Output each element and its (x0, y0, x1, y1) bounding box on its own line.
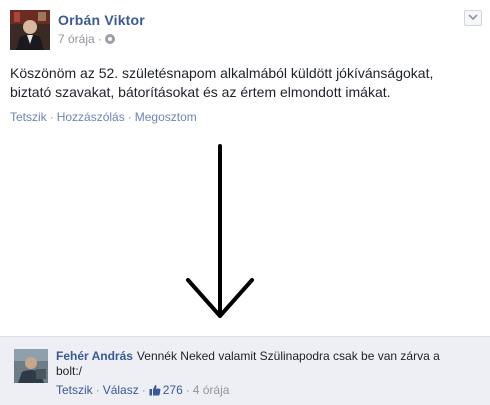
thumbs-up-icon (149, 385, 161, 396)
avatar-photo (14, 349, 48, 383)
like-count: 276 (162, 383, 183, 397)
commenter-avatar[interactable] (14, 349, 48, 383)
meta-separator: · (97, 32, 102, 46)
comment-item: Fehér András Vennék Neked valamit Szülina… (0, 336, 490, 405)
like-count-button[interactable]: 276 (149, 383, 183, 397)
chevron-down-icon (468, 14, 478, 21)
post-options-button[interactable] (464, 10, 482, 26)
author-avatar[interactable] (10, 10, 50, 50)
action-separator: · (185, 383, 190, 397)
like-link[interactable]: Tetszik (10, 110, 47, 124)
screenshot: Orbán Viktor 7 órája · Köszönöm az 52. sz… (0, 0, 490, 405)
action-separator: · (141, 383, 146, 397)
post-text-line: biztató szavakat, bátorításokat és az ér… (10, 84, 391, 100)
post-text-line: Köszönöm az 52. születésnapom alkalmából… (10, 65, 434, 81)
facebook-post: Orbán Viktor 7 órája · Köszönöm az 52. sz… (0, 0, 490, 132)
post-author-name[interactable]: Orbán Viktor (58, 12, 145, 28)
post-text: Köszönöm az 52. születésnapom alkalmából… (10, 64, 480, 102)
comment-like-link[interactable]: Tetszik (56, 383, 93, 397)
action-separator: · (127, 110, 132, 124)
globe-icon[interactable] (104, 34, 115, 44)
post-time[interactable]: 7 órája (58, 32, 95, 46)
comment-time[interactable]: 4 órája (193, 383, 230, 397)
post-actions: Tetszik · Hozzászólás · Megosztom (10, 110, 197, 124)
reply-link[interactable]: Válasz (103, 383, 139, 397)
action-separator: · (95, 383, 100, 397)
avatar-photo (10, 10, 50, 50)
comment-link[interactable]: Hozzászólás (57, 110, 125, 124)
comment-body: Fehér András Vennék Neked valamit Szülina… (56, 349, 466, 379)
comment-author-name[interactable]: Fehér András (56, 349, 133, 363)
comment-actions: Tetszik · Válasz · 276 · 4 órája (56, 383, 229, 397)
share-link[interactable]: Megosztom (135, 110, 197, 124)
post-meta: 7 órája · (58, 32, 115, 46)
action-separator: · (49, 110, 54, 124)
down-arrow-icon (186, 144, 254, 318)
